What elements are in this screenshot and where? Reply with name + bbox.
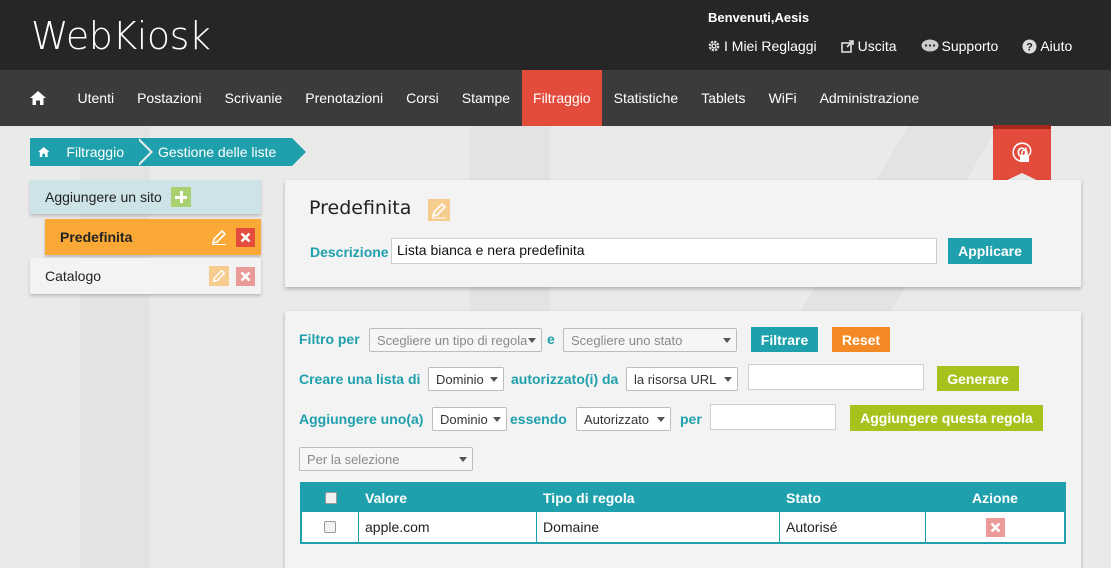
settings-link[interactable]: I Miei Reglaggi: [707, 38, 817, 54]
support-link[interactable]: Supporto: [921, 38, 999, 54]
home-icon: [38, 147, 50, 157]
svg-text:?: ?: [1026, 41, 1033, 53]
breadcrumb: Filtraggio Gestione delle liste: [30, 138, 306, 166]
nav-item-prenotazioni[interactable]: Prenotazioni: [294, 70, 395, 126]
list-title: Predefinita: [309, 197, 412, 219]
nav-home[interactable]: [0, 70, 66, 126]
list-item-predefinita[interactable]: Predefinita: [45, 219, 261, 255]
help-link[interactable]: ? Aiuto: [1022, 38, 1072, 54]
cell-valore: apple.com: [359, 512, 537, 542]
edit-pencil-icon[interactable]: [209, 227, 229, 247]
nav-item-scrivanie[interactable]: Scrivanie: [213, 70, 294, 126]
edit-pencil-icon[interactable]: [209, 266, 229, 286]
delete-x-icon[interactable]: [236, 227, 255, 247]
nav-item-utenti[interactable]: Utenti: [66, 70, 126, 126]
gear-icon: [708, 40, 720, 52]
add-one-label: Aggiungere uno(a): [299, 411, 424, 427]
create-list-label: Creare una lista di: [299, 371, 421, 387]
list-item-name: Predefinita: [60, 229, 133, 245]
breadcrumb-label-gestione: Gestione delle liste: [158, 144, 277, 160]
delete-rule-x-icon[interactable]: [985, 517, 1005, 537]
table-row: apple.com Domaine Autorisé: [302, 512, 1064, 542]
select-all-cell: [302, 484, 359, 512]
col-header-valore: Valore: [365, 490, 408, 506]
edit-title-pencil-icon[interactable]: [428, 199, 450, 224]
resource-input[interactable]: [748, 364, 924, 390]
top-header: WebKiosk Benvenuti,Aesis I Miei Reglaggi…: [0, 0, 1111, 70]
filter-by-label: Filtro per: [299, 331, 360, 347]
cell-tipo: Domaine: [537, 512, 780, 542]
nav-item-corsi[interactable]: Corsi: [395, 70, 451, 126]
settings-link-label: I Miei Reglaggi: [724, 38, 817, 54]
nav-item-administrazione[interactable]: Administrazione: [808, 70, 931, 126]
description-label: Descrizione: [310, 244, 389, 260]
nav-item-postazioni[interactable]: Postazioni: [126, 70, 214, 126]
add-rule-input[interactable]: [710, 404, 836, 430]
logout-link-label: Uscita: [857, 38, 897, 54]
breadcrumb-label-filtraggio: Filtraggio: [66, 144, 124, 160]
list-item-catalogo[interactable]: Catalogo: [30, 258, 261, 294]
welcome-text: Benvenuti,Aesis: [708, 10, 810, 25]
col-header-azione: Azione: [972, 490, 1018, 506]
and-label: e: [547, 331, 555, 347]
header-links: I Miei Reglaggi Uscita Supporto ? Aiuto: [707, 38, 1096, 54]
create-type-select[interactable]: Dominio: [428, 367, 504, 391]
rule-type-select[interactable]: Scegliere un tipo di regola: [369, 328, 542, 352]
nav-item-filtraggio[interactable]: Filtraggio: [521, 70, 603, 126]
selection-action-select[interactable]: Per la selezione: [299, 447, 473, 471]
reset-button[interactable]: Reset: [832, 327, 890, 352]
list-item-name: Catalogo: [45, 268, 102, 284]
rules-table: Valore Tipo di regola Stato Azione apple…: [300, 482, 1066, 544]
row-select-cell: [302, 512, 359, 542]
support-link-label: Supporto: [941, 38, 999, 54]
help-link-label: Aiuto: [1040, 38, 1073, 54]
for-label: per: [680, 411, 702, 427]
plus-icon: [170, 187, 191, 207]
external-link-icon: [840, 39, 854, 53]
col-header-tipo: Tipo di regola: [543, 490, 635, 506]
being-label: essendo: [510, 411, 567, 427]
add-type-select[interactable]: Dominio: [432, 407, 507, 431]
nav-item-statistiche[interactable]: Statistiche: [602, 70, 690, 126]
row-checkbox[interactable]: [324, 521, 336, 533]
delete-x-icon[interactable]: [236, 266, 255, 286]
description-textarea[interactable]: Lista bianca e nera predefinita: [391, 238, 937, 264]
add-site-button[interactable]: Aggiungere un sito: [30, 180, 261, 214]
cell-stato: Autorisé: [780, 512, 926, 542]
col-header-stato: Stato: [786, 490, 821, 506]
chat-bubble-icon: [921, 39, 939, 52]
add-state-select[interactable]: Autorizzato: [576, 407, 671, 431]
nav-item-wifi[interactable]: WiFi: [757, 70, 808, 126]
question-circle-icon: ?: [1022, 39, 1037, 53]
add-site-label: Aggiungere un sito: [45, 189, 162, 205]
main-nav: Utenti Postazioni Scrivanie Prenotazioni…: [0, 70, 1111, 126]
rules-card: Filtro per Scegliere un tipo di regola e…: [285, 311, 1081, 568]
breadcrumb-item-gestione[interactable]: Gestione delle liste: [136, 138, 306, 166]
app-logo[interactable]: WebKiosk: [31, 14, 211, 58]
select-all-checkbox[interactable]: [324, 492, 337, 504]
breadcrumb-item-filtraggio[interactable]: Filtraggio: [30, 138, 153, 166]
authorized-by-label: autorizzato(i) da: [511, 371, 619, 387]
list-detail-card: Predefinita Descrizione Lista bianca e n…: [285, 180, 1081, 287]
resource-select[interactable]: la risorsa URL: [626, 367, 738, 391]
add-rule-button[interactable]: Aggiungere questa regola: [850, 405, 1043, 431]
filter-button[interactable]: Filtrare: [751, 327, 818, 352]
state-select[interactable]: Scegliere uno stato: [563, 328, 737, 352]
table-header: Valore Tipo di regola Stato Azione: [302, 484, 1064, 512]
nav-item-stampe[interactable]: Stampe: [450, 70, 521, 126]
logout-link[interactable]: Uscita: [840, 38, 897, 54]
home-icon: [30, 91, 46, 105]
nav-item-tablets[interactable]: Tablets: [690, 70, 757, 126]
cell-azione: [926, 512, 1064, 542]
apply-button[interactable]: Applicare: [948, 238, 1032, 264]
generate-button[interactable]: Generare: [937, 366, 1019, 391]
